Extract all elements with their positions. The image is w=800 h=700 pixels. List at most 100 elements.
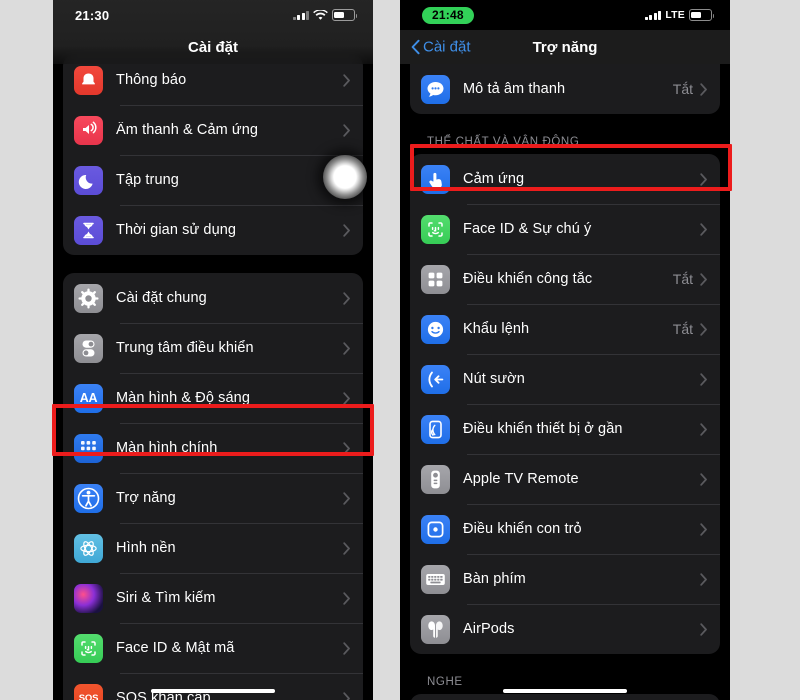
settings-group: Mô tả âm thanh Tắt (410, 64, 720, 114)
chevron-right-icon (343, 391, 350, 405)
list-item-label: Cài đặt chung (116, 290, 207, 306)
list-item[interactable]: Trung tâm điều khiển (63, 323, 363, 373)
list-item[interactable]: Face ID & Mật mã (63, 623, 363, 673)
list-item[interactable]: Màn hình chính (63, 423, 363, 473)
list-item-label: Face ID & Mật mã (116, 640, 235, 656)
list-item-label: Cảm ứng (463, 171, 525, 187)
chevron-right-icon (700, 222, 707, 236)
list-item[interactable]: SOS SOS khẩn cấp (63, 673, 363, 700)
settings-group: Thiết bị ngheNhận biết âm thanhTắt (410, 694, 720, 700)
chevron-right-icon (700, 372, 707, 386)
list-item[interactable]: Face ID & Sự chú ý (410, 204, 720, 254)
chevron-right-icon (700, 422, 707, 436)
list-item-value: Tắt (672, 81, 693, 97)
list-item-label: Tập trung (116, 172, 179, 188)
right-phone-screenshot: 21:48 LTE Cài đặt Trợ năng Mô tả âm than… (400, 0, 730, 700)
cellular-signal-icon (644, 10, 662, 20)
chevron-left-icon (411, 39, 420, 55)
chevron-right-icon (343, 591, 350, 605)
list-item[interactable]: Nút sườn (410, 354, 720, 404)
chevron-right-icon (700, 172, 707, 186)
assistive-touch-button[interactable] (323, 155, 367, 199)
list-item-label: Khẩu lệnh (463, 321, 530, 337)
aa-glyph: AA (79, 391, 98, 405)
list-item[interactable]: Điều khiển thiết bị ở gần (410, 404, 720, 454)
screen-time-icon (74, 215, 103, 245)
list-item[interactable]: AirPods (410, 604, 720, 654)
list-item-label: Thời gian sử dụng (116, 222, 237, 238)
status-indicators (292, 9, 358, 21)
back-button[interactable]: Cài đặt (411, 39, 471, 56)
list-item-label: Trung tâm điều khiển (116, 340, 254, 356)
section-header: THỂ CHẤT VÀ VẬN ĐỘNG (427, 136, 580, 148)
keyboard-icon (421, 564, 450, 594)
list-item[interactable]: Bàn phím (410, 554, 720, 604)
list-item[interactable]: Âm thanh & Cảm ứng (63, 105, 363, 155)
home-indicator[interactable] (151, 688, 275, 693)
chevron-right-icon (343, 73, 350, 87)
list-item-label: Màn hình & Độ sáng (116, 390, 250, 406)
chevron-right-icon (343, 341, 350, 355)
chevron-right-icon (343, 441, 350, 455)
accessibility-icon (74, 483, 103, 513)
list-item[interactable]: Cảm ứng (410, 154, 720, 204)
right-nav-bar: Cài đặt Trợ năng (400, 30, 730, 64)
wifi-icon (313, 9, 328, 21)
list-item[interactable]: Tập trung (63, 155, 363, 205)
accessibility-list[interactable]: Mô tả âm thanh Tắt THỂ CHẤT VÀ VẬN ĐỘNG Cảm… (400, 64, 730, 700)
focus-moon-icon (74, 165, 103, 195)
list-item[interactable]: Thiết bị nghe (410, 694, 720, 700)
sos-icon: SOS (74, 683, 103, 700)
settings-group: Cài đặt chung Trung tâm điều khiển AA Màn h… (63, 273, 363, 700)
list-item-label: Mô tả âm thanh (463, 81, 566, 97)
page-title: Trợ năng (532, 38, 598, 56)
control-center-icon (74, 333, 103, 363)
list-item-label: Điều khiển công tắc (463, 271, 593, 287)
cellular-signal-icon (292, 10, 309, 20)
left-nav-bar: Cài đặt (53, 30, 373, 64)
list-item[interactable]: Điều khiển công tắc Tắt (410, 254, 720, 304)
side-button-icon (421, 364, 450, 394)
list-item-value: Tắt (672, 321, 693, 337)
list-item-label: Face ID & Sự chú ý (463, 221, 592, 237)
pointer-control-icon (421, 514, 450, 544)
notifications-icon (74, 65, 103, 95)
chevron-right-icon (700, 522, 707, 536)
home-screen-icon (74, 433, 103, 463)
voice-control-icon (421, 314, 450, 344)
list-item-label: Điều khiển con trỏ (463, 521, 582, 537)
chevron-right-icon (700, 572, 707, 586)
home-indicator[interactable] (503, 688, 627, 693)
chevron-right-icon (700, 272, 707, 286)
right-phone-screen: 21:48 LTE Cài đặt Trợ năng Mô tả âm than… (400, 0, 730, 700)
sound-haptics-icon (74, 115, 103, 145)
settings-group: Cảm ứng Face ID & Sự chú ý Điều khiển công… (410, 154, 720, 654)
list-item[interactable]: Mô tả âm thanh Tắt (410, 64, 720, 114)
page-title: Cài đặt (187, 38, 238, 56)
status-time: 21:30 (75, 7, 110, 23)
airpods-icon (421, 614, 450, 644)
list-item-value: Tắt (672, 271, 693, 287)
chevron-right-icon (343, 223, 350, 237)
list-item[interactable]: Hình nền (63, 523, 363, 573)
list-item[interactable]: Trợ năng (63, 473, 363, 523)
list-item[interactable]: Điều khiển con trỏ (410, 504, 720, 554)
chevron-right-icon (700, 622, 707, 636)
wallpaper-icon (74, 533, 103, 563)
settings-list[interactable]: Thông báo Âm thanh & Cảm ứng Tập trung Thời… (53, 0, 373, 700)
apple-tv-remote-icon (421, 464, 450, 494)
list-item[interactable]: Khẩu lệnh Tắt (410, 304, 720, 354)
list-item-label: Apple TV Remote (463, 471, 579, 487)
display-aa-icon: AA (74, 383, 103, 413)
list-item[interactable]: Cài đặt chung (63, 273, 363, 323)
list-item-label: Trợ năng (116, 490, 176, 506)
list-item-label: Màn hình chính (116, 440, 218, 456)
list-item[interactable]: Thời gian sử dụng (63, 205, 363, 255)
list-item-label: Bàn phím (463, 571, 526, 587)
chevron-right-icon (700, 322, 707, 336)
sos-glyph: SOS (78, 692, 99, 700)
list-item-label: Hình nền (116, 540, 176, 556)
list-item[interactable]: Apple TV Remote (410, 454, 720, 504)
list-item[interactable]: Siri & Tìm kiếm (63, 573, 363, 623)
list-item[interactable]: AA Màn hình & Độ sáng (63, 373, 363, 423)
